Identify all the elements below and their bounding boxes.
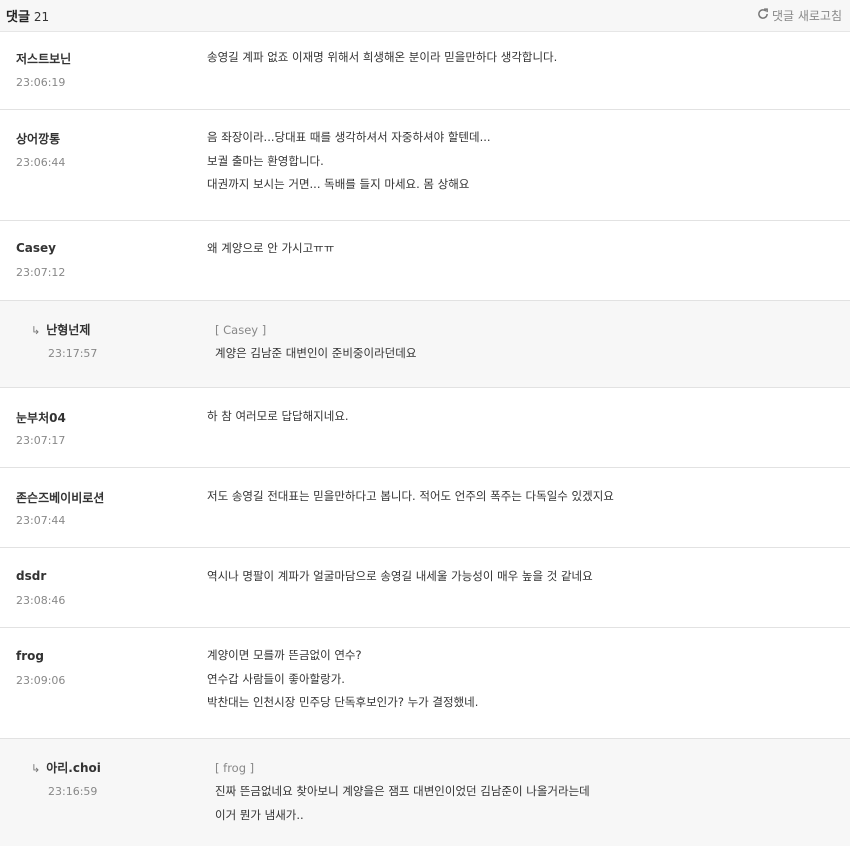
comments-title-group: 댓글 21 <box>6 6 49 25</box>
comment-text: 대권까지 보시는 거면... 독배를 들지 마세요. 몸 상해요 <box>207 177 470 191</box>
comment-body: 하 참 여러모로 답답해지네요. <box>207 405 840 429</box>
comment-author[interactable]: 눈부처04 <box>16 409 66 426</box>
comment-author[interactable]: dsdr <box>16 569 46 583</box>
comment-item: dsdr 23:08:46 역시나 명팔이 계파가 얼굴마담으로 송영길 내세울… <box>0 548 850 628</box>
comment-text: 역시나 명팔이 계파가 얼굴마담으로 송영길 내세울 가능성이 매우 높을 것 … <box>207 569 593 583</box>
comment-body: 저도 송영길 전대표는 믿을만하다고 봅니다. 적어도 언주의 폭주는 다독일수… <box>207 485 840 509</box>
comment-time: 23:07:17 <box>16 434 66 447</box>
comment-author[interactable]: 상어깡통 <box>16 130 60 147</box>
comment-item: 존슨즈베이비로션 23:07:44 저도 송영길 전대표는 믿을만하다고 봅니다… <box>0 468 850 548</box>
comment-time: 23:08:46 <box>16 594 66 607</box>
refresh-icon <box>757 8 769 23</box>
reply-arrow-icon: ↳ <box>31 762 41 775</box>
comment-text: 계양이면 모를까 뜬금없이 연수? <box>207 648 362 662</box>
reply-to-tag: [ Casey ] <box>215 323 267 337</box>
comment-body: 음 좌장이라...당대표 때를 생각하셔서 자중하셔야 할텐데... 보궐 출마… <box>207 126 840 197</box>
comment-text: 음 좌장이라...당대표 때를 생각하셔서 자중하셔야 할텐데... <box>207 130 491 144</box>
refresh-label: 댓글 새로고침 <box>771 9 842 23</box>
comment-body: 왜 계양으로 안 가시고ㅠㅠ <box>207 237 840 261</box>
comment-time: 23:07:44 <box>16 514 66 527</box>
reply-author-name: 난형넌제 <box>46 323 91 337</box>
comment-time: 23:06:44 <box>16 156 66 169</box>
comment-time: 23:16:59 <box>48 785 98 798</box>
refresh-comments-button[interactable]: 댓글 새로고침 <box>757 7 842 24</box>
comment-item: Casey 23:07:12 왜 계양으로 안 가시고ㅠㅠ <box>0 221 850 301</box>
comment-author[interactable]: frog <box>16 649 44 663</box>
reply-item: ↳ 아리.choi 23:16:59 [ frog ] 진짜 뜬금없네요 찾아보니… <box>0 739 850 846</box>
comment-author[interactable]: Casey <box>16 241 56 255</box>
comment-text: 연수갑 사람들이 좋아할랑가. <box>207 671 345 686</box>
comment-author[interactable]: 존슨즈베이비로션 <box>16 489 104 506</box>
comment-item: frog 23:09:06 계양이면 모를까 뜬금없이 연수? 연수갑 사람들이… <box>0 628 850 739</box>
comment-text: 계양은 김남준 대변인이 준비중이라던데요 <box>215 346 417 360</box>
comment-time: 23:17:57 <box>48 347 98 360</box>
comment-time: 23:07:12 <box>16 266 66 279</box>
comment-text: 하 참 여러모로 답답해지네요. <box>207 409 349 423</box>
reply-item: ↳ 난형넌제 23:17:57 [ Casey ] 계양은 김남준 대변인이 준비… <box>0 301 850 388</box>
comments-title: 댓글 <box>6 10 30 25</box>
comment-body: [ Casey ] 계양은 김남준 대변인이 준비중이라던데요 <box>215 319 840 366</box>
comment-body: 송영길 계파 없죠 이재명 위해서 희생해온 분이라 믿을만하다 생각합니다. <box>207 46 840 70</box>
comment-text: 보궐 출마는 환영합니다. <box>207 153 324 168</box>
comment-time: 23:09:06 <box>16 674 66 687</box>
reply-to-tag: [ frog ] <box>215 761 255 775</box>
reply-author-name: 아리.choi <box>46 761 101 775</box>
comment-body: 계양이면 모를까 뜬금없이 연수? 연수갑 사람들이 좋아할랑가. 박찬대는 인… <box>207 644 840 715</box>
comment-text: 저도 송영길 전대표는 믿을만하다고 봅니다. 적어도 언주의 폭주는 다독일수… <box>207 489 614 503</box>
comments-count: 21 <box>33 10 50 24</box>
comments-header: 댓글 21 댓글 새로고침 <box>0 0 850 32</box>
comment-item: 저스트보닌 23:06:19 송영길 계파 없죠 이재명 위해서 희생해온 분이… <box>0 32 850 110</box>
comment-item: 눈부처04 23:07:17 하 참 여러모로 답답해지네요. <box>0 388 850 468</box>
comment-item: 상어깡통 23:06:44 음 좌장이라...당대표 때를 생각하셔서 자중하셔… <box>0 110 850 221</box>
comment-text: 박찬대는 인천시장 민주당 단독후보인가? 누가 결정했네. <box>207 695 479 709</box>
comment-time: 23:06:19 <box>16 76 66 89</box>
comment-author[interactable]: ↳ 난형넌제 <box>31 321 90 338</box>
comment-body: 역시나 명팔이 계파가 얼굴마담으로 송영길 내세울 가능성이 매우 높을 것 … <box>207 565 840 589</box>
comment-author[interactable]: 저스트보닌 <box>16 50 71 67</box>
comment-text: 왜 계양으로 안 가시고ㅠㅠ <box>207 241 335 255</box>
comment-author[interactable]: ↳ 아리.choi <box>31 759 101 776</box>
comment-text: 진짜 뜬금없네요 찾아보니 계양을은 잼프 대변인이었던 김남준이 나올거라는데 <box>215 784 590 798</box>
comment-text: 송영길 계파 없죠 이재명 위해서 희생해온 분이라 믿을만하다 생각합니다. <box>207 50 558 64</box>
reply-arrow-icon: ↳ <box>31 324 41 337</box>
comment-text: 이거 뭔가 냄새가.. <box>215 807 304 822</box>
comment-body: [ frog ] 진짜 뜬금없네요 찾아보니 계양을은 잼프 대변인이었던 김남… <box>215 757 840 827</box>
